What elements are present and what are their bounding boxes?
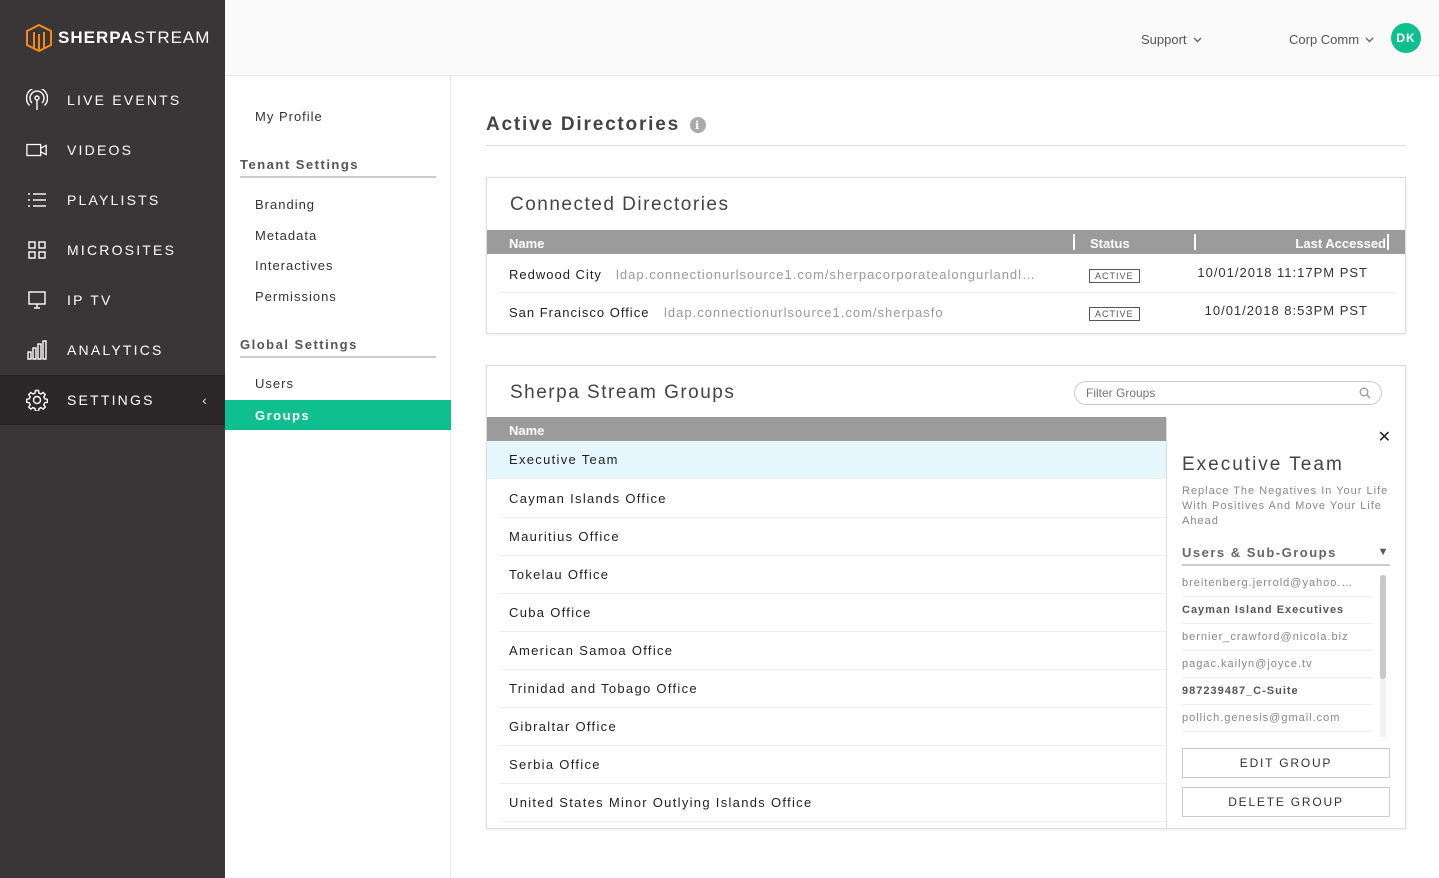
edit-group-button[interactable]: EDIT GROUP — [1182, 748, 1390, 778]
top-bar: Support Corp Comm DK — [225, 0, 1439, 76]
chevron-down-icon — [1193, 37, 1202, 42]
group-detail-panel: ✕ Executive Team Replace The Negatives I… — [1166, 417, 1405, 828]
main-content: Active Directories i Connected Directori… — [451, 76, 1439, 878]
column-divider — [1387, 234, 1389, 250]
status-badge: ACTIVE — [1089, 307, 1140, 321]
nav-live-events[interactable]: LIVE EVENTS — [0, 75, 225, 125]
subnav-branding[interactable]: Branding — [255, 197, 315, 212]
list-item[interactable]: pollich.genesis@gmail.com — [1182, 705, 1372, 732]
groups-table-header: Name — [487, 417, 1166, 441]
nav-playlists[interactable]: PLAYLISTS — [0, 175, 225, 225]
nav-microsites[interactable]: MICROSITES — [0, 225, 225, 275]
table-row[interactable]: Executive Team — [487, 441, 1166, 479]
subnav-metadata[interactable]: Metadata — [255, 228, 317, 243]
support-menu[interactable]: Support — [1141, 32, 1202, 47]
table-row[interactable]: United States Minor Outlying Islands Off… — [499, 784, 1166, 822]
list-item[interactable]: 987239487_C-Suite — [1182, 678, 1372, 705]
nav-videos[interactable]: VIDEOS — [0, 125, 225, 175]
directory-name: San Francisco Office — [509, 305, 650, 320]
table-row[interactable]: Trinidad and Tobago Office — [499, 670, 1166, 708]
caret-down-icon[interactable]: ▼ — [1378, 546, 1390, 558]
detail-title: Executive Team — [1182, 454, 1344, 475]
list-icon — [26, 189, 48, 211]
members-heading[interactable]: Users & Sub-Groups ▼ — [1182, 545, 1390, 566]
directory-url: ldap.connectionurlsource1.com/sherpacorp… — [616, 267, 1037, 282]
table-row[interactable]: Gibraltar Office — [499, 708, 1166, 746]
subnav-permissions[interactable]: Permissions — [255, 289, 337, 304]
table-row[interactable]: Cayman Islands Office — [499, 480, 1166, 518]
list-item[interactable]: breitenberg.jerrold@yahoo.… — [1182, 570, 1372, 597]
list-item[interactable]: bernier_crawford@nicola.biz — [1182, 624, 1372, 651]
table-row[interactable]: Redwood City ldap.connectionurlsource1.c… — [499, 255, 1396, 293]
connected-directories-title: Connected Directories — [510, 194, 730, 215]
broadcast-icon — [26, 89, 48, 111]
table-row[interactable]: American Samoa Office — [499, 632, 1166, 670]
members-scrollbar[interactable] — [1380, 575, 1386, 737]
gear-icon — [26, 389, 48, 411]
delete-group-button[interactable]: DELETE GROUP — [1182, 787, 1390, 817]
avatar[interactable]: DK — [1391, 23, 1421, 53]
scrollbar-thumb[interactable] — [1380, 575, 1386, 679]
nav-ip-tv[interactable]: IP TV — [0, 275, 225, 325]
info-icon[interactable]: i — [689, 117, 706, 133]
directory-url: ldap.connectionurlsource1.com/sherpasfo — [664, 305, 944, 320]
groups-title: Sherpa Stream Groups — [510, 382, 736, 403]
table-row[interactable]: San Francisco Office ldap.connectionurls… — [499, 293, 1396, 331]
col-last-accessed-header[interactable]: Last Accessed — [1295, 236, 1386, 251]
close-icon[interactable]: ✕ — [1378, 427, 1391, 447]
table-row[interactable]: Cuba Office — [499, 594, 1166, 632]
last-accessed: 10/01/2018 11:17PM PST — [1197, 265, 1368, 280]
main-sidebar: SHERPASTREAM LIVE EVENTS VIDEOS PLAYLIST… — [0, 0, 225, 878]
bar-chart-icon — [26, 339, 48, 361]
directory-name: Redwood City — [509, 267, 602, 282]
list-item[interactable]: pagac.kailyn@joyce.tv — [1182, 651, 1372, 678]
table-row[interactable]: Serbia Office — [499, 746, 1166, 784]
global-settings-heading: Global Settings — [240, 337, 436, 358]
groups-card: Sherpa Stream Groups Name Executive Team… — [486, 365, 1406, 829]
nav-settings[interactable]: SETTINGS ‹ — [0, 375, 225, 425]
filter-groups-field[interactable] — [1074, 381, 1382, 405]
logo-cube-icon — [26, 24, 52, 52]
connected-directories-card: Connected Directories Name Status Last A… — [486, 177, 1406, 334]
col-status-header[interactable]: Status — [1090, 236, 1130, 251]
column-divider — [1073, 234, 1075, 250]
column-divider — [1194, 234, 1196, 250]
filter-groups-input[interactable] — [1086, 386, 1346, 400]
settings-subnav: My Profile Tenant Settings Branding Meta… — [225, 76, 451, 878]
chevron-down-icon — [1365, 37, 1374, 42]
detail-description: Replace The Negatives In Your Life With … — [1182, 485, 1389, 527]
tenant-settings-heading: Tenant Settings — [240, 157, 436, 178]
brand-logo[interactable]: SHERPASTREAM — [26, 24, 210, 52]
status-badge: ACTIVE — [1089, 269, 1140, 283]
last-accessed: 10/01/2018 8:53PM PST — [1204, 303, 1368, 318]
subnav-interactives[interactable]: Interactives — [255, 258, 333, 273]
brand-name: SHERPASTREAM — [58, 28, 211, 47]
col-name-header[interactable]: Name — [509, 236, 544, 251]
subnav-groups[interactable]: Groups — [225, 400, 451, 430]
grid-icon — [26, 239, 48, 261]
video-camera-icon — [26, 139, 48, 161]
monitor-icon — [26, 289, 48, 311]
subnav-my-profile[interactable]: My Profile — [255, 109, 323, 124]
title-divider — [486, 145, 1406, 146]
subnav-users[interactable]: Users — [255, 376, 294, 391]
page-title: Active Directories i — [486, 114, 706, 136]
chevron-left-icon[interactable]: ‹ — [202, 392, 209, 408]
directories-table-header: Name Status Last Accessed — [487, 230, 1405, 254]
nav-analytics[interactable]: ANALYTICS — [0, 325, 225, 375]
table-row[interactable]: Mauritius Office — [499, 518, 1166, 556]
table-row[interactable]: Tokelau Office — [499, 556, 1166, 594]
account-menu[interactable]: Corp Comm — [1289, 32, 1374, 47]
col-name-header[interactable]: Name — [509, 423, 544, 438]
search-icon — [1359, 387, 1371, 399]
list-item[interactable]: Cayman Island Executives — [1182, 597, 1372, 624]
